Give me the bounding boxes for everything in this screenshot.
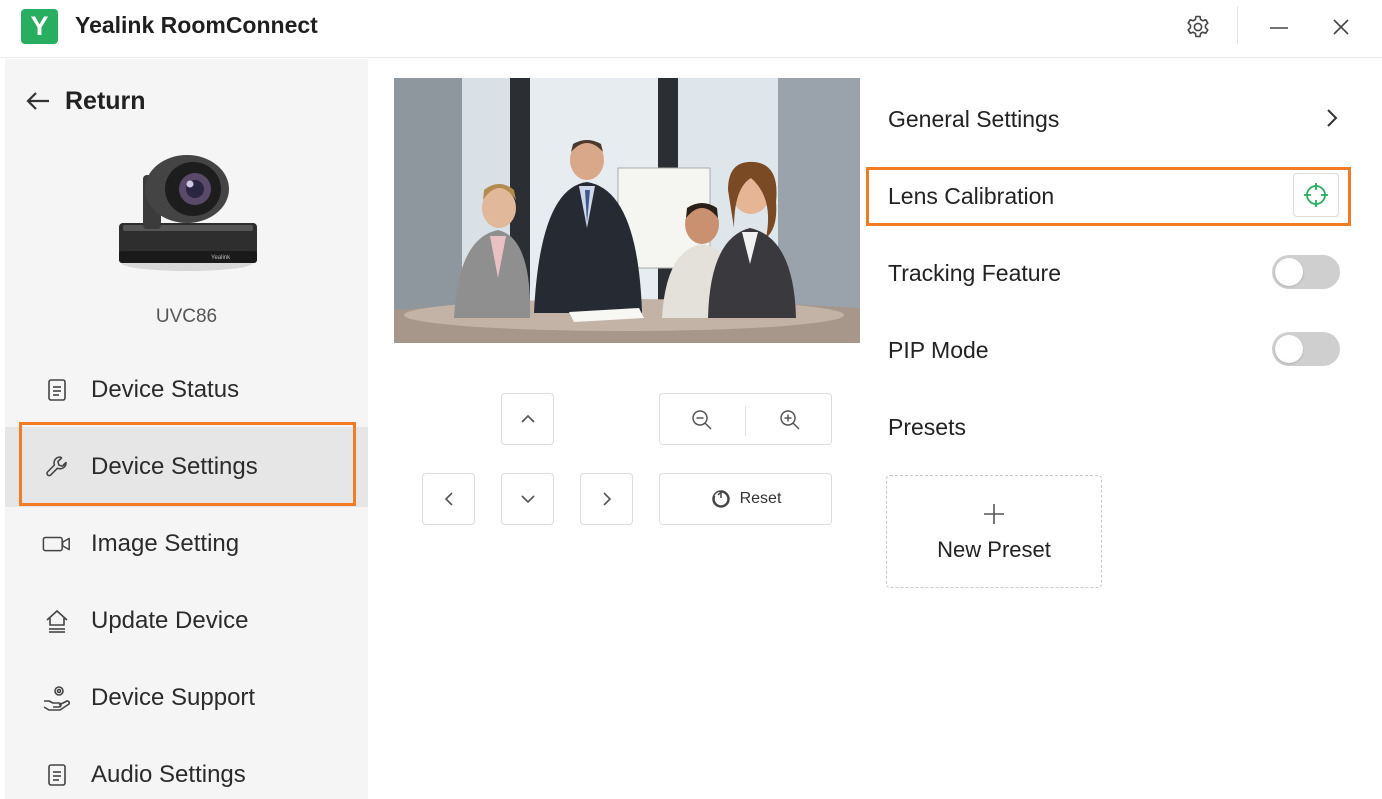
new-preset-button[interactable]: New Preset — [886, 475, 1102, 588]
zoom-divider — [745, 406, 746, 436]
tracking-feature-toggle[interactable] — [1272, 255, 1340, 289]
return-button[interactable]: Return — [25, 85, 146, 117]
upload-home-icon — [42, 607, 72, 635]
svg-text:Yealink: Yealink — [211, 255, 231, 261]
pan-left-button[interactable] — [422, 473, 475, 525]
sidebar-item-image-setting[interactable]: Image Setting — [5, 504, 368, 584]
pan-down-button[interactable] — [501, 473, 554, 525]
arrow-left-icon — [26, 92, 49, 110]
general-settings-row[interactable]: General Settings — [888, 99, 1348, 139]
presets-heading: Presets — [888, 407, 1348, 447]
sidebar-item-label: Image Setting — [91, 530, 240, 557]
chevron-up-icon — [520, 414, 535, 423]
reset-button[interactable]: Reset — [659, 473, 832, 525]
sidebar-item-audio-settings[interactable]: Audio Settings — [5, 735, 368, 799]
return-label: Return — [65, 86, 146, 115]
general-settings-label: General Settings — [888, 105, 1060, 132]
sidebar-item-label: Audio Settings — [91, 761, 246, 788]
presets-label: Presets — [888, 413, 966, 440]
reset-icon — [711, 490, 730, 508]
zoom-out-icon — [692, 410, 712, 430]
camera-device-image: Yealink — [119, 155, 257, 271]
chevron-down-icon — [520, 495, 535, 504]
title-bar: Y Yealink RoomConnect — [0, 0, 1382, 58]
toggle-knob — [1275, 335, 1303, 363]
support-hand-icon — [42, 684, 72, 712]
minimize-icon[interactable] — [1262, 10, 1296, 44]
device-model-name: UVC86 — [155, 306, 218, 327]
zoom-out-button[interactable] — [690, 408, 714, 437]
tracking-feature-label: Tracking Feature — [888, 259, 1061, 286]
zoom-in-button[interactable] — [778, 408, 802, 437]
tracking-feature-row: Tracking Feature — [888, 253, 1258, 293]
chevron-right-icon[interactable] — [1320, 106, 1344, 130]
settings-gear-icon[interactable] — [1181, 10, 1215, 44]
new-preset-label: New Preset — [937, 536, 1051, 562]
video-camera-icon — [42, 530, 72, 558]
pan-right-button[interactable] — [580, 473, 633, 525]
reset-label: Reset — [739, 490, 782, 507]
sidebar-item-update-device[interactable]: Update Device — [5, 581, 368, 661]
zoom-control — [659, 393, 832, 445]
sidebar-item-device-status[interactable]: Device Status — [5, 350, 368, 430]
plus-icon — [981, 501, 1007, 531]
pip-mode-label: PIP Mode — [888, 336, 989, 363]
document-icon — [42, 761, 72, 789]
app-logo: Y — [21, 9, 58, 44]
camera-preview — [394, 78, 860, 343]
zoom-in-icon — [780, 410, 800, 430]
pip-mode-row: PIP Mode — [888, 330, 1258, 370]
pip-mode-toggle[interactable] — [1272, 332, 1340, 366]
close-icon[interactable] — [1324, 10, 1358, 44]
sidebar-item-label: Device Support — [91, 684, 256, 711]
toggle-knob — [1275, 258, 1303, 286]
sidebar-item-label: Device Status — [91, 376, 240, 403]
sidebar-item-device-support[interactable]: Device Support — [5, 658, 368, 738]
document-icon — [42, 376, 72, 404]
sidebar-item-label: Update Device — [91, 607, 249, 634]
chevron-left-icon — [444, 492, 453, 506]
chevron-right-icon — [602, 492, 611, 506]
highlight-frame-device-settings — [19, 422, 356, 506]
pan-up-button[interactable] — [501, 393, 554, 445]
app-title: Yealink RoomConnect — [75, 12, 318, 38]
highlight-frame-lens-calibration — [866, 167, 1351, 226]
titlebar-divider — [1237, 6, 1238, 44]
